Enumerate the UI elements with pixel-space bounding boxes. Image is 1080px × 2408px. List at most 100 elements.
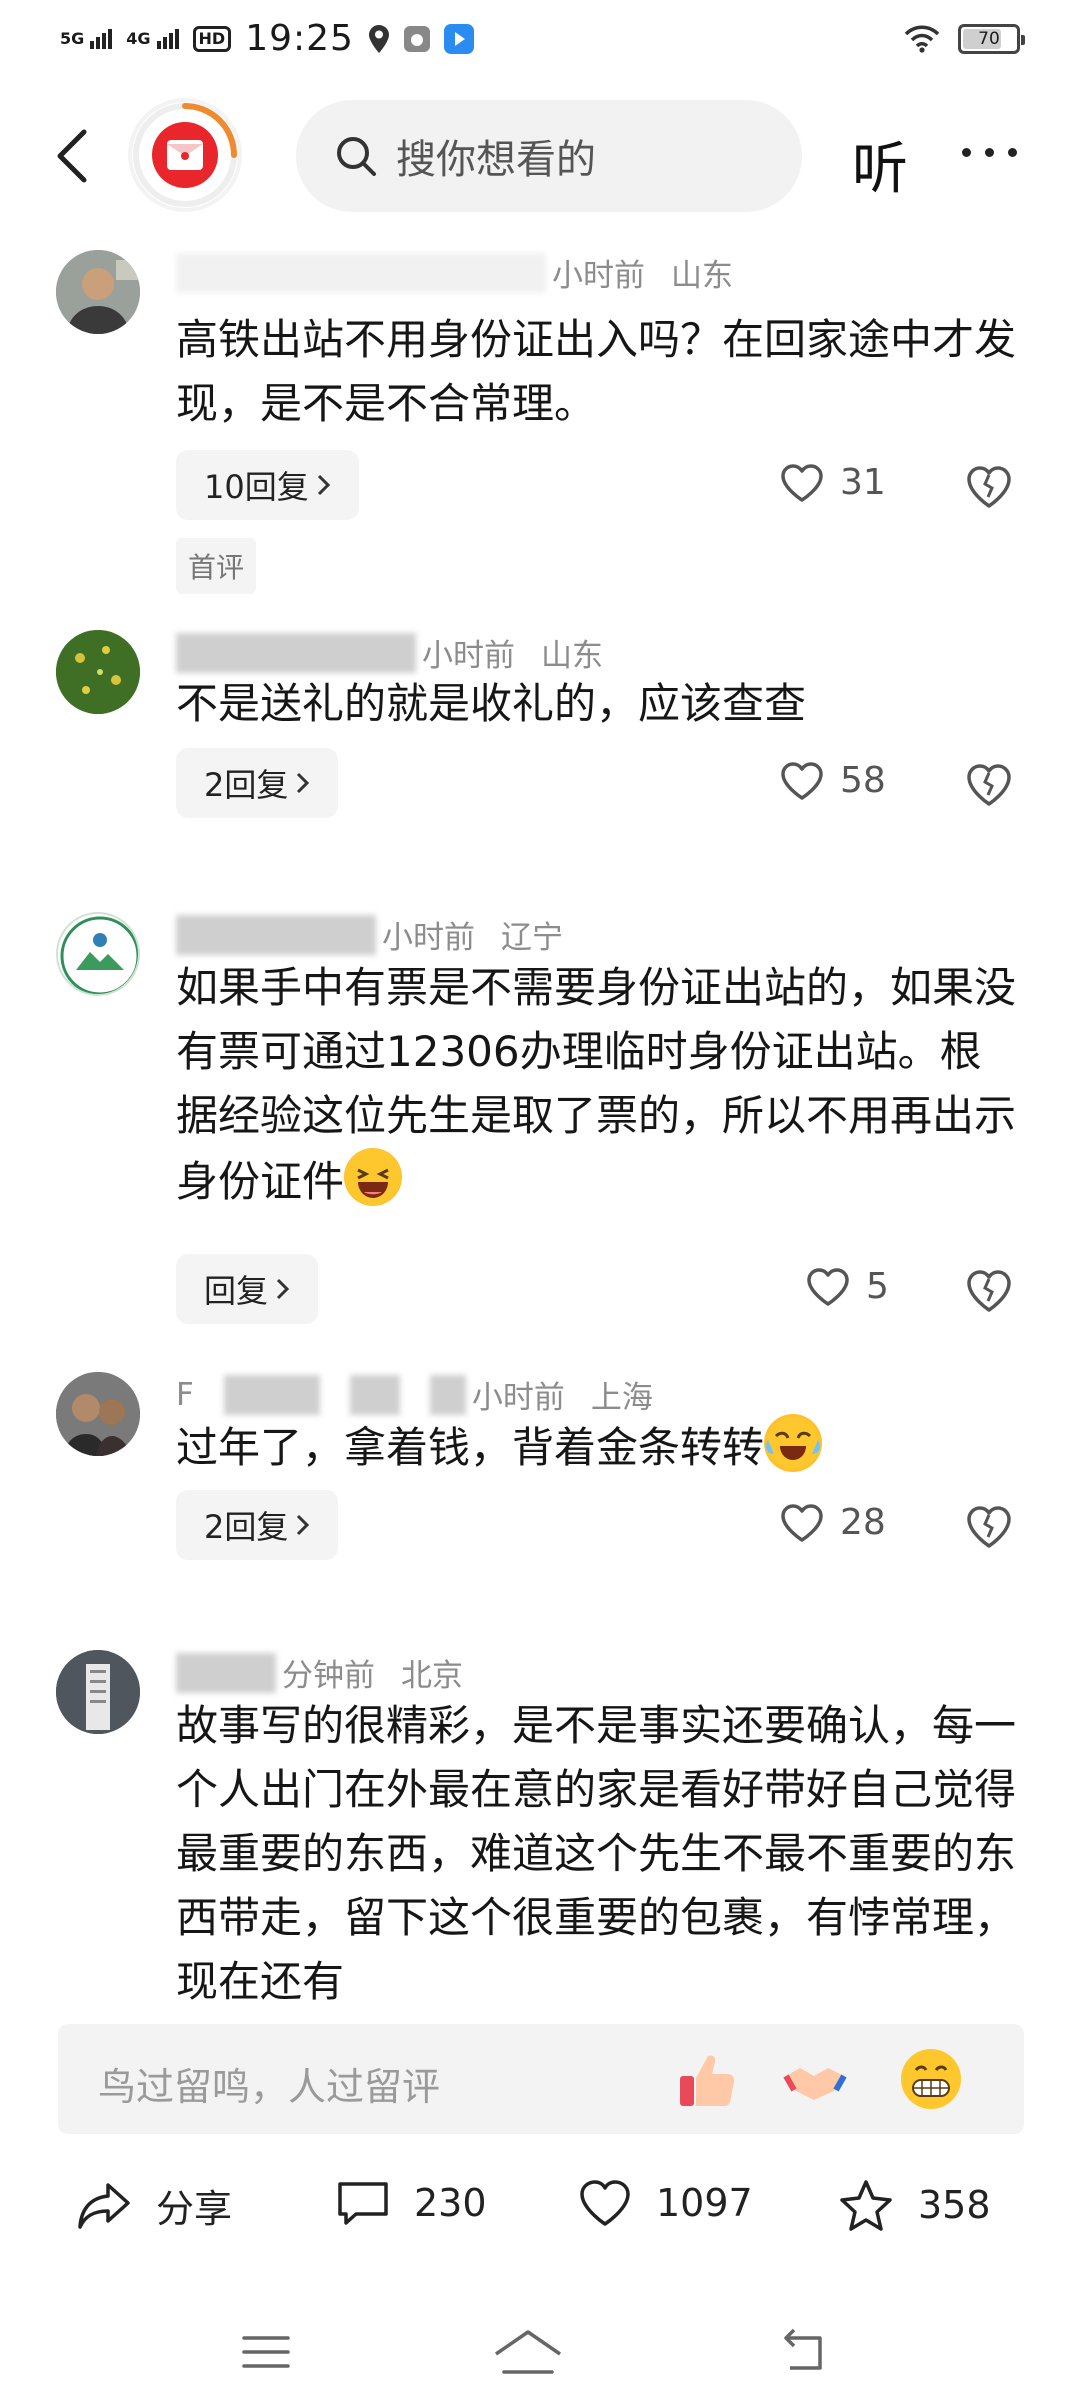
menu-icon[interactable] — [236, 2322, 296, 2382]
reply-label: 2回复 — [204, 766, 289, 804]
username-blurred — [429, 1374, 466, 1415]
signal-5g: 5G — [60, 28, 113, 49]
username-blurred — [176, 252, 546, 293]
comment-time: 分钟前 — [282, 1658, 375, 1694]
share-label: 分享 — [156, 2187, 233, 2231]
comment-count-button[interactable]: 230 — [336, 2178, 487, 2228]
broken-heart-icon[interactable] — [964, 1502, 1014, 1552]
comment-input[interactable]: 鸟过留鸣，人过留评 — [58, 2024, 1024, 2134]
signal-bars-icon — [90, 28, 113, 49]
comment-meta: 小时前 山东 — [176, 630, 603, 675]
search-icon — [337, 137, 376, 176]
avatar[interactable] — [56, 912, 140, 996]
avatar[interactable] — [56, 630, 140, 714]
baidu-app-icon — [403, 25, 430, 52]
comment-meta: 小时前 辽宁 — [176, 912, 563, 957]
battery-level: 70 — [978, 29, 1000, 49]
clock: 19:25 — [245, 18, 354, 59]
comment-input-placeholder: 鸟过留鸣，人过留评 — [98, 2065, 441, 2109]
share-button[interactable]: 分享 — [76, 2178, 232, 2233]
search-box[interactable]: 搜你想看的 — [296, 100, 802, 212]
reply-button[interactable]: 10回复 — [176, 450, 359, 520]
search-placeholder: 搜你想看的 — [396, 137, 596, 183]
grinning-emoji-icon[interactable] — [898, 2046, 964, 2112]
crying-laughing-emoji-icon — [764, 1414, 823, 1472]
comment-text-content: 如果手中有票是不需要身份证出站的，如果没有票可通过12306办理临时身份证出站。… — [176, 963, 1017, 1206]
chevron-right-icon — [297, 772, 310, 794]
app-logo[interactable] — [132, 102, 238, 208]
username-blurred — [176, 914, 376, 955]
like-button[interactable]: 5 — [806, 1266, 889, 1307]
comment-text: 过年了，拿着钱，背着金条转转 — [176, 1414, 1016, 1480]
reply-label: 回复 — [204, 1272, 269, 1310]
username-blurred — [223, 1374, 320, 1415]
first-comment-tag: 首评 — [176, 538, 257, 594]
comment-time: 小时前 — [382, 920, 475, 956]
comment-location: 北京 — [401, 1658, 463, 1694]
status-left: 5G 4G HD 19:25 — [60, 18, 474, 59]
star-icon — [840, 2180, 892, 2231]
comment-text-content: 过年了，拿着钱，背着金条转转 — [176, 1423, 765, 1472]
comment-meta: 分钟前 北京 — [176, 1650, 463, 1695]
like-button[interactable]: 28 — [780, 1502, 886, 1543]
like-count: 58 — [840, 760, 886, 801]
comment-icon — [338, 2182, 388, 2225]
app-notification-icon — [443, 23, 474, 54]
chevron-right-icon — [317, 474, 330, 496]
share-icon — [78, 2182, 130, 2229]
heart-icon — [807, 1267, 849, 1306]
thumbs-up-emoji-icon[interactable] — [674, 2046, 740, 2112]
like-post-button[interactable]: 1097 — [578, 2178, 753, 2228]
home-icon[interactable] — [490, 2322, 566, 2382]
username-blurred — [176, 1652, 276, 1693]
comment-text: 高铁出站不用身份证出入吗？在回家途中才发现，是不是不合常理。 — [176, 315, 1017, 428]
chevron-right-icon — [276, 1278, 290, 1300]
like-button[interactable]: 58 — [780, 760, 886, 801]
comment-text: 故事写的很精彩，是不是事实还要确认，每一个人出门在外最在意的家是看好带好自己觉得… — [176, 1701, 1017, 2006]
red-envelope-icon — [152, 122, 218, 188]
avatar[interactable] — [56, 1650, 140, 1734]
listen-button[interactable]: 听 — [852, 124, 908, 205]
comment-location: 山东 — [541, 638, 603, 674]
comment-count: 230 — [414, 2181, 487, 2225]
heart-icon — [781, 761, 823, 800]
like-count: 1097 — [656, 2181, 753, 2225]
like-count: 31 — [840, 462, 886, 503]
more-icon[interactable] — [962, 148, 1017, 157]
reply-button[interactable]: 回复 — [176, 1254, 319, 1324]
comment-author-initial: F — [176, 1376, 194, 1413]
broken-heart-icon[interactable] — [964, 462, 1014, 512]
broken-heart-icon[interactable] — [964, 760, 1014, 810]
network-label: 4G — [126, 28, 151, 48]
favorite-count: 358 — [918, 2183, 991, 2227]
comment-location: 山东 — [671, 258, 733, 294]
handshake-emoji-icon[interactable] — [782, 2046, 848, 2112]
comment-location: 辽宁 — [501, 920, 563, 956]
signal-bars-icon — [156, 28, 179, 49]
comment-time: 小时前 — [422, 638, 515, 674]
reply-label: 2回复 — [204, 1508, 289, 1546]
status-right: 70 — [904, 24, 1025, 54]
like-count: 28 — [840, 1502, 886, 1543]
reply-button[interactable]: 2回复 — [176, 1490, 339, 1560]
reply-button[interactable]: 2回复 — [176, 748, 339, 818]
comment-time: 小时前 — [471, 1380, 565, 1416]
avatar[interactable] — [56, 250, 140, 334]
wifi-icon — [904, 25, 940, 53]
comment-list[interactable]: 小时前 山东 高铁出站不用身份证出入吗？在回家途中才发现，是不是不合常理。 10… — [0, 232, 1080, 2008]
like-button[interactable]: 31 — [780, 462, 886, 503]
favorite-button[interactable]: 358 — [838, 2178, 991, 2232]
status-bar: 5G 4G HD 19:25 70 — [0, 0, 1080, 80]
comment-meta: F 小时前 上海 — [176, 1372, 653, 1417]
back-nav-icon[interactable] — [776, 2322, 836, 2382]
comment-text: 不是送礼的就是收礼的，应该查查 — [176, 679, 807, 728]
heart-icon — [781, 463, 823, 502]
broken-heart-icon[interactable] — [964, 1266, 1014, 1316]
system-nav-bar — [0, 2300, 1080, 2408]
hd-badge: HD — [192, 25, 232, 52]
back-arrow-icon[interactable] — [50, 128, 94, 184]
comment-meta: 小时前 山东 — [176, 250, 733, 295]
comment-time: 小时前 — [552, 258, 645, 294]
avatar[interactable] — [56, 1372, 140, 1456]
network-label: 5G — [60, 28, 85, 48]
